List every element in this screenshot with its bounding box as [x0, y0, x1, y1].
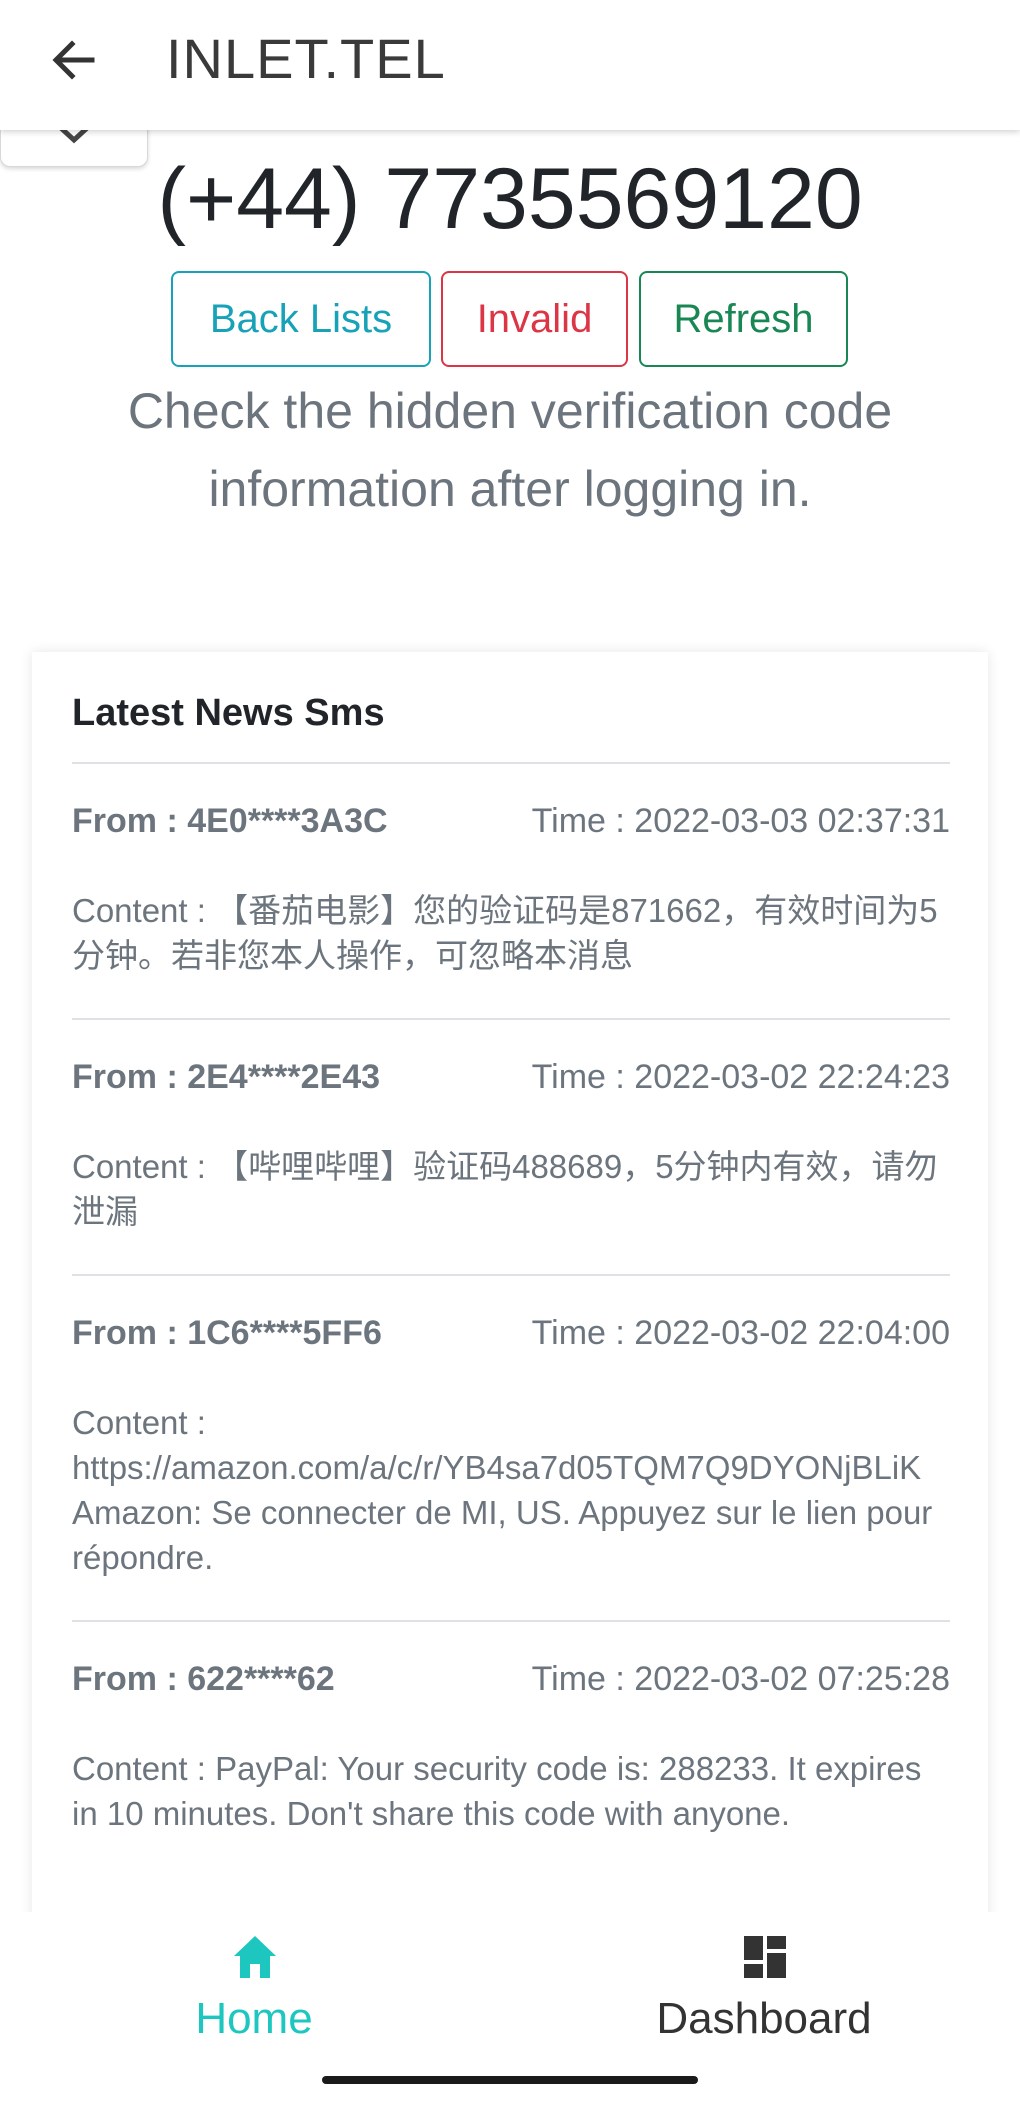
sms-time: Time : 2022-03-02 22:24:23: [531, 1058, 950, 1096]
invalid-button[interactable]: Invalid: [441, 271, 628, 367]
sms-time: Time : 2022-03-02 07:25:28: [531, 1660, 950, 1698]
system-home-indicator[interactable]: [322, 2076, 698, 2084]
nav-dashboard-label: Dashboard: [656, 1994, 872, 2043]
phone-number: (+44) 7735569120: [157, 151, 863, 247]
sms-content-label: Content :: [72, 1404, 206, 1441]
sms-from: From : 1C6****5FF6: [72, 1314, 382, 1352]
app-title: INLET.TEL: [166, 27, 446, 90]
refresh-button[interactable]: Refresh: [639, 271, 848, 367]
sms-link[interactable]: https://amazon.com/a/c/r/YB4sa7d05TQM7Q9…: [72, 1445, 950, 1490]
sms-time: Time : 2022-03-02 22:04:00: [531, 1314, 950, 1352]
sms-from: From : 622****62: [72, 1660, 335, 1698]
home-icon: [230, 1932, 280, 1982]
sms-item: From : 4E0****3A3C Time : 2022-03-03 02:…: [72, 764, 950, 1020]
sms-content: Content : 【番茄电影】您的验证码是871662，有效时间为5分钟。若非…: [72, 892, 938, 974]
login-notice: Check the hidden verification code infor…: [127, 383, 893, 517]
dashboard-icon: [740, 1932, 790, 1982]
back-arrow-icon[interactable]: [44, 30, 104, 90]
sms-card: Latest News Sms From : 4E0****3A3C Time …: [32, 652, 988, 1952]
sms-content-text: Amazon: Se connecter de MI, US. Appuyez …: [72, 1494, 933, 1576]
sms-item: From : 1C6****5FF6 Time : 2022-03-02 22:…: [72, 1276, 950, 1622]
sms-item: From : 622****62 Time : 2022-03-02 07:25…: [72, 1622, 950, 1876]
nav-home-label: Home: [195, 1994, 313, 2043]
sms-from: From : 2E4****2E43: [72, 1058, 381, 1096]
back-lists-button[interactable]: Back Lists: [171, 271, 431, 367]
sms-content: Content : https://amazon.com/a/c/r/YB4sa…: [72, 1400, 950, 1620]
sms-from: From : 4E0****3A3C: [72, 802, 388, 840]
action-buttons: Back Lists Invalid Refresh: [171, 271, 848, 367]
bottom-navigation: Home Dashboard: [0, 1912, 1020, 2102]
sms-time: Time : 2022-03-03 02:37:31: [531, 802, 950, 840]
sms-item: From : 2E4****2E43 Time : 2022-03-02 22:…: [72, 1020, 950, 1276]
sms-list: From : 4E0****3A3C Time : 2022-03-03 02:…: [72, 764, 950, 1876]
app-bar: INLET.TEL: [0, 0, 1020, 130]
card-title: Latest News Sms: [72, 692, 385, 734]
sms-content: Content : 【哔哩哔哩】验证码488689，5分钟内有效，请勿泄漏: [72, 1148, 938, 1230]
sms-content: Content : PayPal: Your security code is:…: [72, 1750, 922, 1832]
